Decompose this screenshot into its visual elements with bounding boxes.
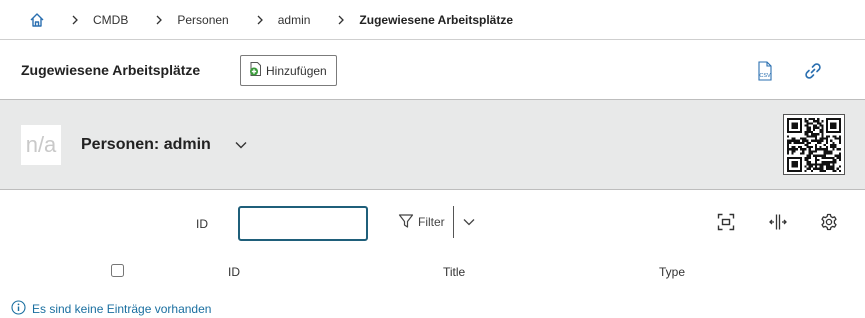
- funnel-icon: [398, 213, 414, 232]
- chevron-right-icon: [334, 13, 348, 27]
- column-width-icon[interactable]: [768, 212, 788, 232]
- filter-field-label: ID: [196, 217, 208, 231]
- column-header-id[interactable]: ID: [228, 265, 240, 279]
- page-title: Zugewiesene Arbeitsplätze: [21, 62, 201, 78]
- csv-icon-label: CSV: [759, 73, 771, 79]
- info-icon: [11, 300, 26, 318]
- fullscreen-icon[interactable]: [716, 212, 736, 232]
- breadcrumb: CMDB Personen admin Zugewiesene Arbeitsp…: [0, 0, 865, 40]
- gear-icon[interactable]: [819, 212, 839, 232]
- filter-divider: [453, 206, 454, 238]
- chevron-right-icon: [152, 13, 166, 27]
- filter-row: ID Filter: [0, 190, 865, 255]
- breadcrumb-item-personen[interactable]: Personen: [177, 13, 228, 27]
- select-all-checkbox[interactable]: [111, 264, 124, 277]
- empty-state-message: Es sind keine Einträge vorhanden: [11, 300, 211, 318]
- qr-code-icon: [787, 117, 841, 172]
- add-document-icon: [248, 61, 264, 80]
- filter-button-label: Filter: [418, 215, 445, 229]
- column-header-title[interactable]: Title: [443, 265, 465, 279]
- link-icon[interactable]: [802, 60, 824, 82]
- chevron-right-icon: [68, 13, 82, 27]
- id-filter-input[interactable]: [238, 206, 368, 241]
- qr-code[interactable]: [783, 114, 845, 175]
- csv-export-icon[interactable]: CSV: [754, 60, 776, 82]
- chevron-down-icon[interactable]: [233, 137, 249, 153]
- empty-state-text: Es sind keine Einträge vorhanden: [32, 302, 212, 316]
- object-header: n/a Personen: admin: [0, 100, 865, 190]
- toolbar: Zugewiesene Arbeitsplätze Hinzufügen CSV: [0, 40, 865, 100]
- add-button-label: Hinzufügen: [266, 63, 327, 78]
- object-image-placeholder: n/a: [21, 125, 61, 165]
- breadcrumb-item-cmdb[interactable]: CMDB: [93, 13, 128, 27]
- filter-dropdown-chevron-icon[interactable]: [461, 214, 477, 230]
- breadcrumb-current: Zugewiesene Arbeitsplätze: [359, 12, 514, 27]
- object-title: Personen: admin: [81, 136, 211, 153]
- add-button[interactable]: Hinzufügen: [240, 55, 337, 86]
- column-header-type[interactable]: Type: [659, 265, 685, 279]
- table-header: ID Title Type: [0, 255, 865, 287]
- home-icon[interactable]: [28, 11, 46, 29]
- chevron-right-icon: [253, 13, 267, 27]
- filter-button[interactable]: Filter: [398, 212, 445, 232]
- breadcrumb-item-admin[interactable]: admin: [278, 13, 311, 27]
